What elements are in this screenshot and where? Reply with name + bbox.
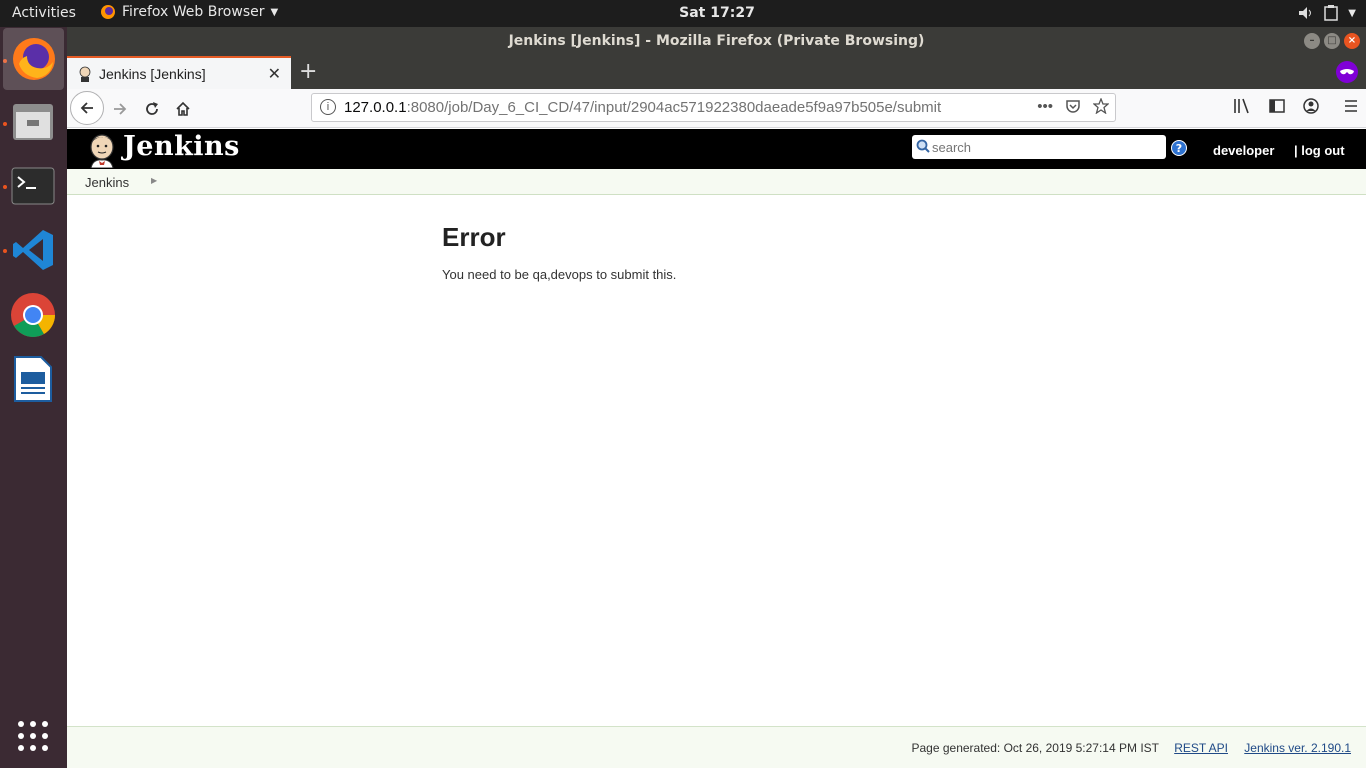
running-indicator	[3, 249, 7, 253]
clipboard-icon	[1324, 5, 1339, 21]
writer-icon	[14, 356, 52, 402]
dock-vscode[interactable]	[8, 225, 58, 275]
hamburger-menu-icon[interactable]	[1343, 98, 1359, 114]
user-link[interactable]: developer	[1213, 143, 1274, 158]
arrow-left-icon	[80, 102, 93, 114]
jenkins-footer: Page generated: Oct 26, 2019 5:27:14 PM …	[67, 726, 1366, 768]
url-text[interactable]: 127.0.0.1:8080/job/Day_6_CI_CD/47/input/…	[344, 99, 941, 116]
gnome-top-bar: Activities Firefox Web Browser ▼ Sat 17:…	[0, 0, 1366, 27]
arrow-right-icon	[114, 103, 127, 115]
site-info-icon[interactable]: i	[320, 99, 336, 115]
page-actions-icon[interactable]: •••	[1037, 98, 1053, 115]
firefox-icon	[12, 38, 55, 80]
search-icon	[916, 139, 930, 153]
private-browsing-icon	[1336, 61, 1358, 83]
search-help-icon[interactable]: ?	[1171, 140, 1187, 156]
logout-link[interactable]: | log out	[1294, 143, 1345, 158]
terminal-icon	[11, 167, 55, 205]
tab-strip: Jenkins [Jenkins] ✕ +	[67, 55, 1366, 89]
breadcrumb-arrow-icon[interactable]: ▶	[151, 176, 157, 185]
jenkins-butler-logo-icon[interactable]	[85, 132, 121, 168]
system-tray[interactable]: ▼	[1298, 5, 1356, 21]
navigation-toolbar: i 127.0.0.1:8080/job/Day_6_CI_CD/47/inpu…	[67, 89, 1366, 128]
jenkins-logo-text[interactable]: Jenkins	[123, 131, 240, 162]
app-grid-icon	[18, 721, 48, 751]
error-heading: Error	[442, 222, 506, 252]
chevron-down-icon: ▼	[1348, 7, 1356, 19]
vscode-icon	[13, 230, 53, 270]
reload-button[interactable]	[137, 94, 167, 124]
url-path: :8080/job/Day_6_CI_CD/47/input/2904ac571…	[406, 99, 942, 116]
sidebar-icon[interactable]	[1269, 98, 1285, 114]
back-button[interactable]	[70, 91, 104, 125]
dock-firefox[interactable]	[3, 28, 64, 90]
window-title-bar: Jenkins [Jenkins] - Mozilla Firefox (Pri…	[67, 27, 1366, 55]
window-title: Jenkins [Jenkins] - Mozilla Firefox (Pri…	[508, 33, 925, 49]
tab-label: Jenkins [Jenkins]	[99, 65, 206, 82]
running-indicator	[3, 185, 7, 189]
bookmark-star-icon[interactable]	[1093, 98, 1109, 114]
forward-button[interactable]	[105, 94, 135, 124]
dock-files[interactable]	[8, 97, 58, 147]
close-tab-icon[interactable]: ✕	[268, 64, 281, 83]
account-icon[interactable]	[1303, 98, 1319, 114]
jenkins-favicon-icon	[79, 66, 91, 82]
reload-icon	[146, 102, 158, 115]
jenkins-version-link[interactable]: Jenkins ver. 2.190.1	[1244, 741, 1351, 755]
minimize-button[interactable]: –	[1304, 33, 1320, 49]
address-bar[interactable]: i 127.0.0.1:8080/job/Day_6_CI_CD/47/inpu…	[311, 93, 1116, 122]
home-button[interactable]	[168, 94, 198, 124]
error-message: You need to be qa,devops to submit this.	[442, 267, 677, 282]
tab-jenkins[interactable]: Jenkins [Jenkins] ✕	[67, 56, 291, 89]
page-generated-text: Page generated: Oct 26, 2019 5:27:14 PM …	[911, 741, 1160, 755]
clock[interactable]: Sat 17:27	[0, 5, 1366, 21]
breadcrumb-jenkins[interactable]: Jenkins	[85, 175, 129, 190]
url-host: 127.0.0.1	[344, 99, 407, 116]
jenkins-header: Jenkins ? developer | log out	[67, 129, 1366, 169]
pocket-icon[interactable]	[1065, 98, 1081, 114]
chrome-icon	[11, 293, 55, 337]
rest-api-link[interactable]: REST API	[1174, 741, 1228, 755]
running-indicator	[3, 122, 7, 126]
ubuntu-dock	[0, 27, 67, 768]
files-icon	[13, 104, 53, 140]
search-input[interactable]	[932, 138, 1160, 156]
dock-show-apps[interactable]	[8, 711, 58, 761]
breadcrumb: Jenkins ▶	[67, 169, 1366, 195]
maximize-button[interactable]: □	[1324, 33, 1340, 49]
new-tab-button[interactable]: +	[299, 59, 317, 84]
search-box[interactable]	[912, 135, 1166, 159]
close-window-button[interactable]: ×	[1344, 33, 1360, 49]
volume-icon	[1299, 7, 1312, 19]
dock-writer[interactable]	[8, 354, 58, 404]
library-icon[interactable]	[1233, 98, 1251, 114]
dock-terminal[interactable]	[8, 161, 58, 211]
dock-chrome[interactable]	[8, 290, 58, 340]
main-panel: Error You need to be qa,devops to submit…	[442, 222, 676, 282]
home-icon	[176, 101, 190, 116]
